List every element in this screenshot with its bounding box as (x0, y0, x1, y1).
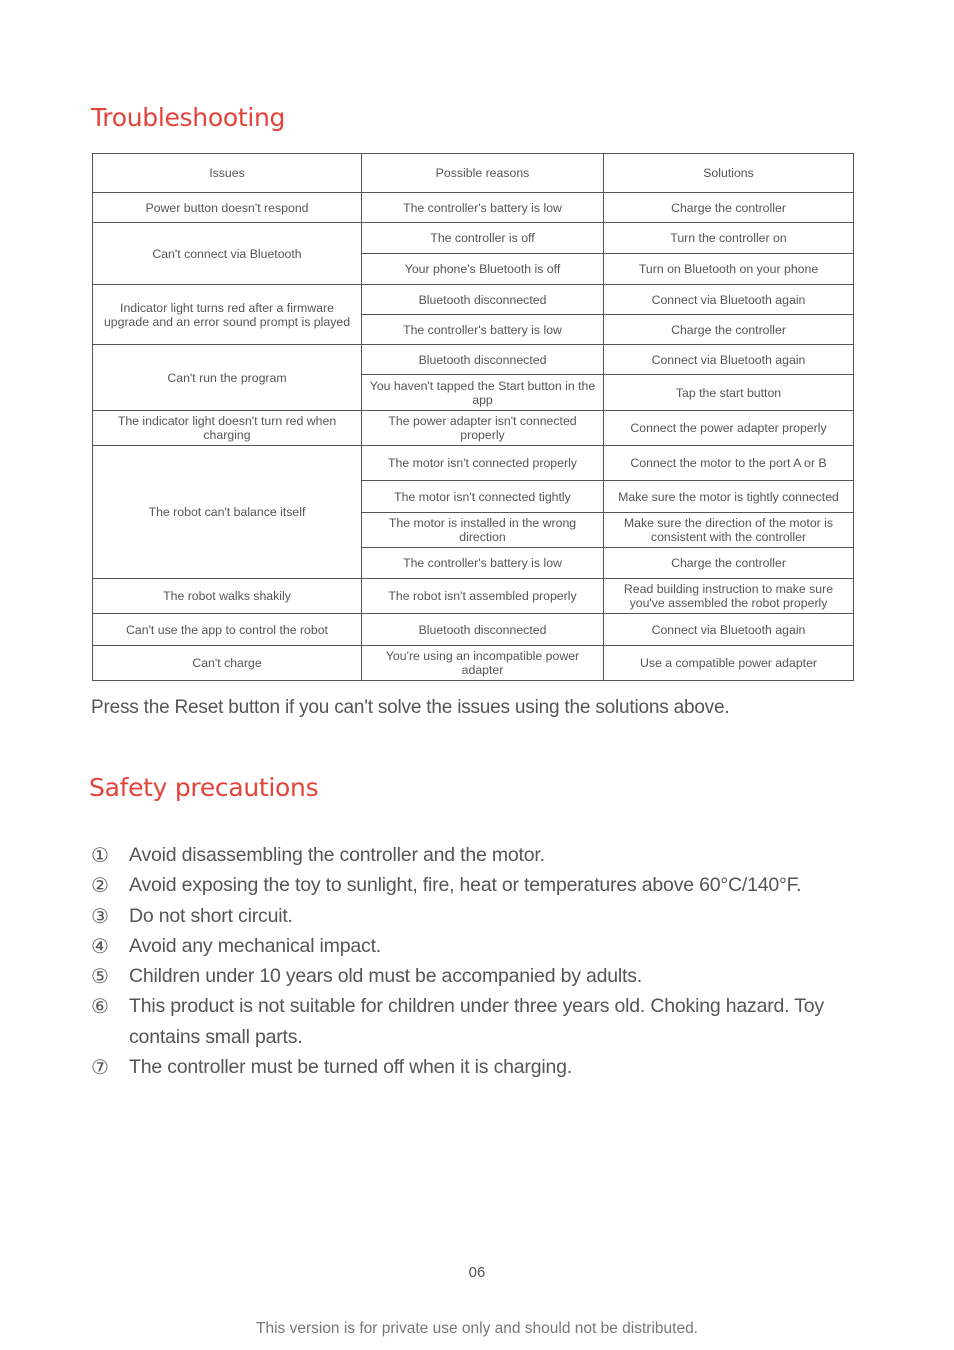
safety-item: ⑥ This product is not suitable for childr… (91, 991, 851, 1052)
reset-note: Press the Reset button if you can't solv… (91, 697, 730, 718)
issue-cell: Can't charge (92, 645, 362, 681)
solution-cell: Connect the power adapter properly (603, 410, 854, 446)
solution-cell: Charge the controller (603, 547, 854, 579)
reason-cell: The controller's battery is low (361, 547, 604, 579)
safety-item-text: This product is not suitable for childre… (129, 995, 824, 1048)
issue-cell: Indicator light turns red after a firmwa… (92, 284, 362, 345)
reason-cell: You're using an incompatible power adapt… (361, 645, 604, 681)
page-number: 06 (468, 1264, 486, 1281)
safety-item: ② Avoid exposing the toy to sunlight, fir… (91, 870, 851, 900)
safety-item-text: Children under 10 years old must be acco… (129, 965, 643, 988)
safety-item: ④ Avoid any mechanical impact. (91, 931, 851, 961)
reason-cell: Bluetooth disconnected (361, 344, 604, 375)
reason-cell: The controller's battery is low (361, 192, 604, 223)
reason-cell: You haven't tapped the Start button in t… (361, 374, 604, 411)
table-row: The robot walks shakily The robot isn't a… (92, 578, 854, 614)
table-row: Power button doesn't respond The controll… (92, 192, 854, 223)
reason-cell: The motor isn't connected tightly (361, 480, 604, 513)
troubleshooting-table: Issues Possible reasons Solutions Power … (92, 153, 854, 681)
table-row: The indicator light doesn't turn red whe… (92, 410, 854, 446)
safety-list: ① Avoid disassembling the controller and … (91, 840, 851, 1082)
table-row: Indicator light turns red after a firmwa… (92, 284, 854, 345)
solution-cell: Make sure the motor is tightly connected (603, 480, 854, 513)
table-row: Can't connect via Bluetooth The controlle… (92, 222, 854, 285)
solution-cell: Connect via Bluetooth again (603, 613, 854, 646)
solution-cell: Connect via Bluetooth again (603, 284, 854, 315)
table-row: Can't run the program Bluetooth disconnec… (92, 344, 854, 411)
reason-cell: The motor is installed in the wrong dire… (361, 512, 604, 548)
issue-cell: Can't use the app to control the robot (92, 613, 362, 646)
safety-item: ⑦ The controller must be turned off when … (91, 1052, 851, 1082)
issue-cell: Can't run the program (92, 344, 362, 411)
table-row: Can't charge You're using an incompatible… (92, 645, 854, 681)
circled-number-icon: ⑦ (91, 1055, 109, 1080)
solution-cell: Turn the controller on (603, 222, 854, 254)
table-header-row: Issues Possible reasons Solutions (92, 153, 854, 193)
reason-cell: The power adapter isn't connected proper… (361, 410, 604, 446)
solution-cell: Make sure the direction of the motor is … (603, 512, 854, 548)
circled-number-icon: ⑥ (91, 994, 109, 1019)
safety-item: ⑤ Children under 10 years old must be acc… (91, 961, 851, 991)
issue-cell: The robot can't balance itself (92, 445, 362, 579)
solution-cell: Charge the controller (603, 314, 854, 345)
safety-item-text: Avoid disassembling the controller and t… (129, 844, 545, 866)
solution-cell: Tap the start button (603, 374, 854, 411)
issue-cell: Can't connect via Bluetooth (92, 222, 362, 285)
safety-heading: Safety precautions (89, 773, 319, 802)
column-header-reasons: Possible reasons (361, 153, 604, 193)
safety-item-text: Avoid any mechanical impact. (129, 934, 382, 957)
circled-number-icon: ④ (91, 933, 109, 958)
solution-cell: Use a compatible power adapter (603, 645, 854, 681)
reason-cell: The controller's battery is low (361, 314, 604, 345)
table-row: The robot can't balance itself The motor … (92, 445, 854, 579)
reason-cell: The robot isn't assembled properly (361, 578, 604, 614)
safety-item-text: The controller must be turned off when i… (129, 1056, 572, 1079)
safety-item: ③ Do not short circuit. (91, 901, 851, 931)
solution-cell: Connect via Bluetooth again (603, 344, 854, 375)
column-header-issues: Issues (92, 153, 362, 193)
reason-cell: Bluetooth disconnected (361, 284, 604, 315)
footer-note: This version is for private use only and… (256, 1320, 698, 1337)
solution-cell: Connect the motor to the port A or B (603, 445, 854, 481)
issue-cell: Power button doesn't respond (92, 192, 362, 223)
solution-cell: Read building instruction to make sure y… (603, 578, 854, 614)
reason-cell: The motor isn't connected properly (361, 445, 604, 481)
solution-cell: Charge the controller (603, 192, 854, 223)
safety-item-text: Avoid exposing the toy to sunlight, fire… (129, 874, 802, 897)
safety-item-text: Do not short circuit. (129, 904, 293, 927)
table-row: Can't use the app to control the robot Bl… (92, 613, 854, 646)
solution-cell: Turn on Bluetooth on your phone (603, 253, 854, 285)
issue-cell: The indicator light doesn't turn red whe… (92, 410, 362, 446)
issue-cell: The robot walks shakily (92, 578, 362, 614)
circled-number-icon: ① (91, 843, 109, 867)
circled-number-icon: ③ (91, 903, 109, 928)
safety-item: ① Avoid disassembling the controller and … (91, 840, 851, 870)
column-header-solutions: Solutions (603, 153, 854, 193)
reason-cell: Bluetooth disconnected (361, 613, 604, 646)
circled-number-icon: ⑤ (91, 964, 109, 989)
troubleshooting-heading: Troubleshooting (91, 103, 286, 132)
circled-number-icon: ② (91, 873, 109, 898)
reason-cell: Your phone's Bluetooth is off (361, 253, 604, 285)
reason-cell: The controller is off (361, 222, 604, 254)
